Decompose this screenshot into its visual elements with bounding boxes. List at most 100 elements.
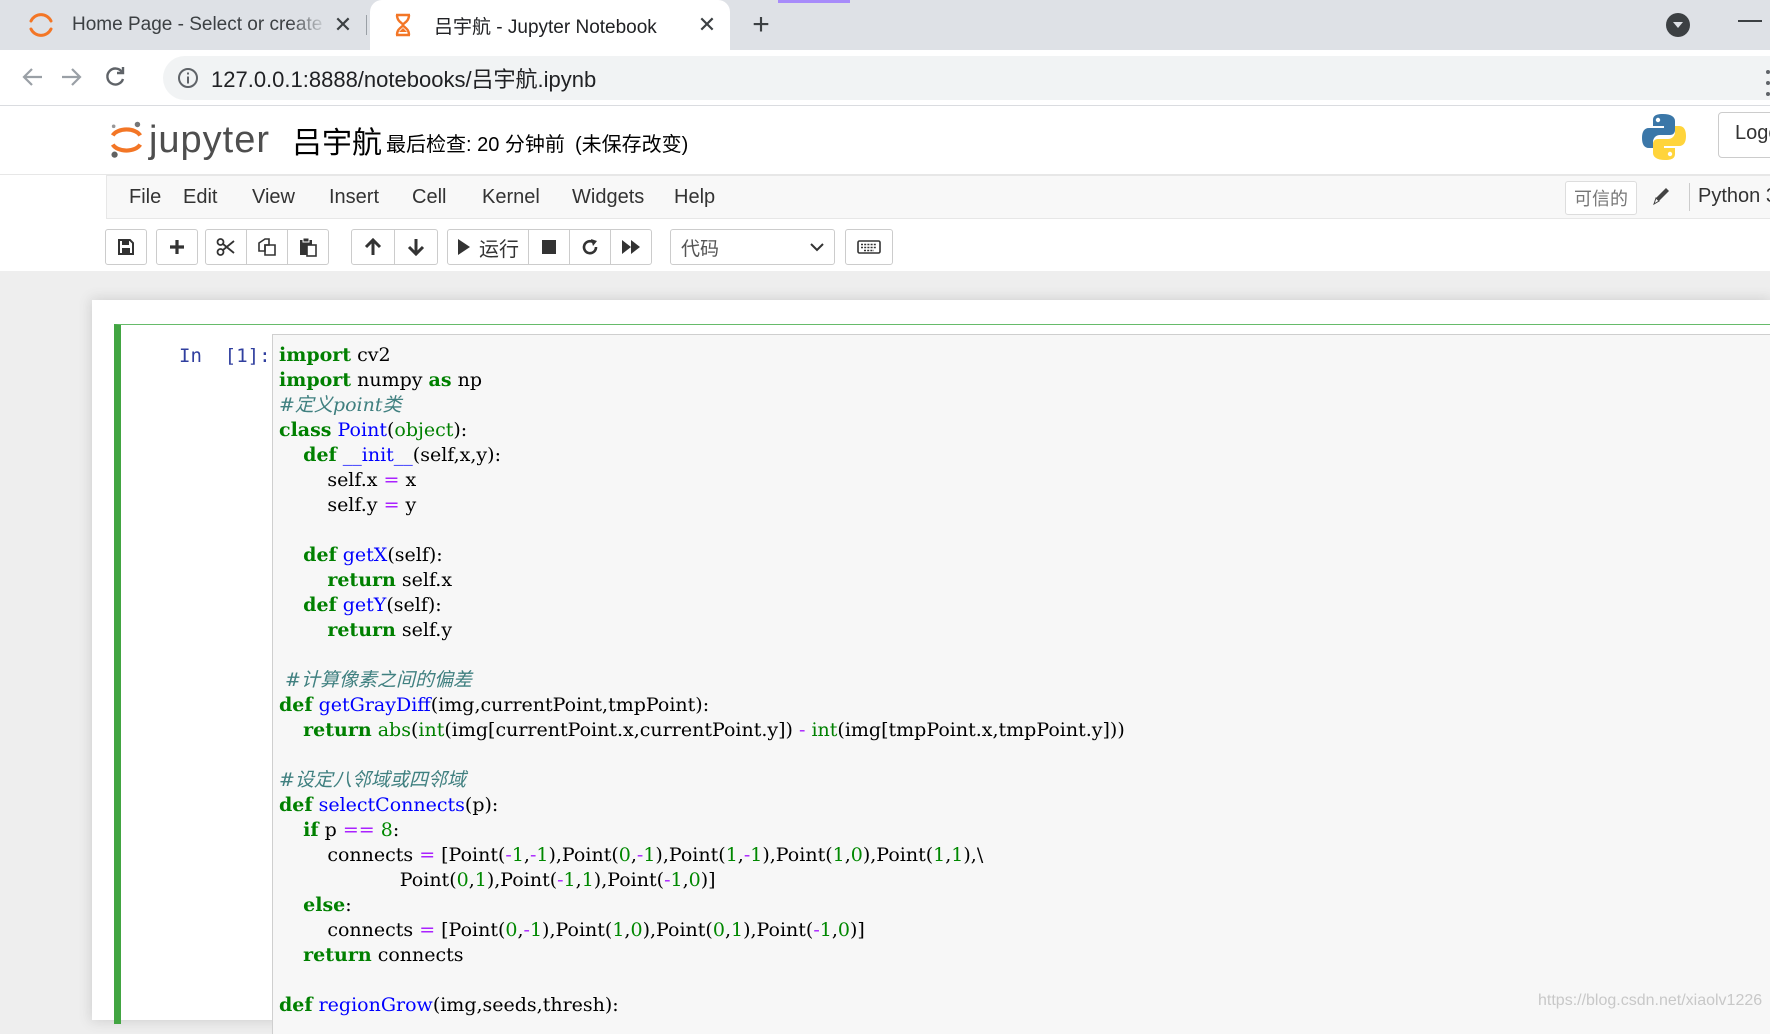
logout-button[interactable]: Logout bbox=[1718, 112, 1770, 158]
code-line: return abs(int(img[currentPoint.x,curren… bbox=[303, 719, 1125, 741]
jupyter-logo-icon bbox=[110, 121, 142, 158]
command-palette-button[interactable] bbox=[845, 229, 893, 265]
scissors-icon bbox=[216, 238, 235, 256]
tab-search-icon[interactable] bbox=[1666, 13, 1690, 37]
tab-title: 吕宇航 - Jupyter Notebook bbox=[434, 16, 657, 38]
code-cell[interactable]: In [1]: import cv2 import numpy as np #定义p… bbox=[114, 324, 1770, 1034]
back-button[interactable] bbox=[14, 58, 52, 96]
hourglass-icon bbox=[395, 13, 411, 37]
code-line: def getX(self): bbox=[303, 544, 443, 566]
save-button[interactable] bbox=[105, 229, 147, 265]
url-host: 127.0.0.1 bbox=[211, 67, 303, 92]
menubar: File Edit View Insert Cell Kernel Widget… bbox=[0, 175, 1770, 219]
tab-accent-bar bbox=[778, 0, 850, 3]
notebook-name[interactable]: 吕宇航 bbox=[292, 118, 382, 162]
new-tab-button[interactable]: + bbox=[742, 6, 780, 44]
copy-icon bbox=[258, 238, 276, 256]
trusted-indicator[interactable]: 可信的 bbox=[1565, 181, 1637, 215]
code-line: ​ bbox=[279, 643, 1125, 668]
run-button[interactable]: 运行 bbox=[447, 229, 529, 265]
code-line: ​ bbox=[279, 743, 1125, 768]
restart-run-all-button[interactable] bbox=[610, 229, 652, 265]
code-line: Point(0,1),Point(-1,1),Point(-1,0)] bbox=[279, 869, 716, 891]
info-icon[interactable] bbox=[177, 67, 199, 89]
menu-edit[interactable]: Edit bbox=[183, 186, 217, 209]
move-down-button[interactable] bbox=[394, 229, 438, 265]
paste-button[interactable] bbox=[287, 229, 329, 265]
code-line: connects = [Point(0,-1),Point(1,0),Point… bbox=[279, 919, 865, 941]
restart-icon bbox=[582, 239, 598, 255]
fast-forward-icon bbox=[622, 240, 640, 254]
stop-icon bbox=[542, 240, 556, 254]
autosave-status: (未保存改变) bbox=[575, 134, 689, 156]
code-line: return self.x bbox=[327, 569, 453, 591]
url-text: 127.0.0.1:8888/notebooks/吕宇航.ipynb bbox=[211, 62, 596, 94]
close-icon[interactable]: ✕ bbox=[328, 10, 358, 40]
menubar-inner: File Edit View Insert Cell Kernel Widget… bbox=[106, 175, 1770, 219]
code-line: def getGrayDiff(img,currentPoint,tmpPoin… bbox=[279, 694, 710, 716]
menu-file[interactable]: File bbox=[129, 186, 161, 209]
notebook-container: In [1]: import cv2 import numpy as np #定义p… bbox=[92, 300, 1770, 1034]
address-bar[interactable]: 127.0.0.1:8888/notebooks/吕宇航.ipynb bbox=[163, 56, 1770, 100]
code-line: else: bbox=[303, 894, 352, 916]
plus-icon bbox=[170, 240, 184, 254]
play-icon bbox=[458, 239, 470, 255]
tab-title: Home Page - Select or create a notebook bbox=[72, 14, 328, 35]
cell-type-select[interactable]: 代码 bbox=[670, 229, 835, 265]
menu-cell[interactable]: Cell bbox=[412, 186, 446, 209]
menu-view[interactable]: View bbox=[252, 186, 295, 209]
notebook-toolbar: 运行 代码 bbox=[0, 219, 1770, 271]
code-line: #设定八邻域或四邻域 bbox=[279, 769, 466, 791]
keyboard-icon bbox=[857, 240, 881, 254]
python-logo-icon bbox=[1642, 114, 1686, 160]
paste-icon bbox=[300, 237, 317, 257]
keyboard-group bbox=[845, 229, 893, 265]
watermark: https://blog.csdn.net/xiaolv1226 bbox=[1538, 992, 1763, 1009]
kernel-name[interactable]: Python 3 bbox=[1698, 185, 1770, 208]
insert-cell-button[interactable] bbox=[156, 229, 198, 265]
save-icon bbox=[118, 239, 134, 255]
close-icon[interactable]: ✕ bbox=[692, 10, 722, 40]
menu-widgets[interactable]: Widgets bbox=[572, 186, 644, 209]
browser-tab-home[interactable]: Home Page - Select or create a notebook … bbox=[0, 0, 366, 50]
code-line: return self.y bbox=[327, 619, 453, 641]
code-line: return connects bbox=[303, 944, 464, 966]
move-up-button[interactable] bbox=[351, 229, 395, 265]
browser-toolbar: 127.0.0.1:8888/notebooks/吕宇航.ipynb bbox=[0, 50, 1770, 106]
arrow-right-icon bbox=[62, 68, 82, 86]
cell-type-value: 代码 bbox=[681, 238, 720, 260]
code-line: ​ bbox=[279, 968, 1125, 993]
code-line: connects = [Point(-1,-1),Point(0,-1),Poi… bbox=[279, 844, 984, 866]
code-line: def getY(self): bbox=[303, 594, 442, 616]
forward-button[interactable] bbox=[52, 58, 90, 96]
jupyter-wordmark: jupyter bbox=[148, 118, 270, 161]
tab-divider bbox=[366, 15, 367, 35]
code-editor[interactable]: import cv2 import numpy as np #定义point类 cla… bbox=[272, 334, 1770, 1034]
code-line: self.y = y bbox=[279, 494, 417, 516]
arrow-down-icon bbox=[407, 239, 425, 257]
arrow-up-icon bbox=[364, 237, 382, 255]
menu-insert[interactable]: Insert bbox=[329, 186, 379, 209]
copy-button[interactable] bbox=[246, 229, 288, 265]
code-line: ​ bbox=[279, 518, 1125, 543]
pencil-icon[interactable] bbox=[1651, 185, 1671, 207]
code-line: def regionGrow(img,seeds,thresh): bbox=[279, 994, 619, 1016]
browser-tab-notebook[interactable]: 吕宇航 - Jupyter Notebook ✕ bbox=[370, 0, 730, 50]
clipboard-group bbox=[205, 229, 329, 265]
cut-button[interactable] bbox=[205, 229, 247, 265]
reload-button[interactable] bbox=[96, 58, 134, 96]
url-path: :8888/notebooks/吕宇航.ipynb bbox=[302, 67, 597, 92]
move-group bbox=[351, 229, 438, 265]
interrupt-button[interactable] bbox=[528, 229, 570, 265]
code-line: import numpy as np bbox=[279, 369, 483, 391]
menu-help[interactable]: Help bbox=[674, 186, 715, 209]
jupyter-header: jupyter 吕宇航 最后检查: 20 分钟前 (未保存改变) Logout bbox=[0, 106, 1770, 175]
minimize-icon[interactable] bbox=[1738, 20, 1762, 22]
more-icon[interactable] bbox=[1766, 70, 1770, 96]
browser-tab-strip: Home Page - Select or create a notebook … bbox=[0, 0, 1770, 50]
restart-button[interactable] bbox=[569, 229, 611, 265]
jupyter-logo[interactable]: jupyter bbox=[110, 114, 270, 166]
input-prompt: In [1]: bbox=[179, 345, 271, 367]
menu-kernel[interactable]: Kernel bbox=[482, 186, 540, 209]
code-line: class Point(object): bbox=[279, 419, 468, 441]
